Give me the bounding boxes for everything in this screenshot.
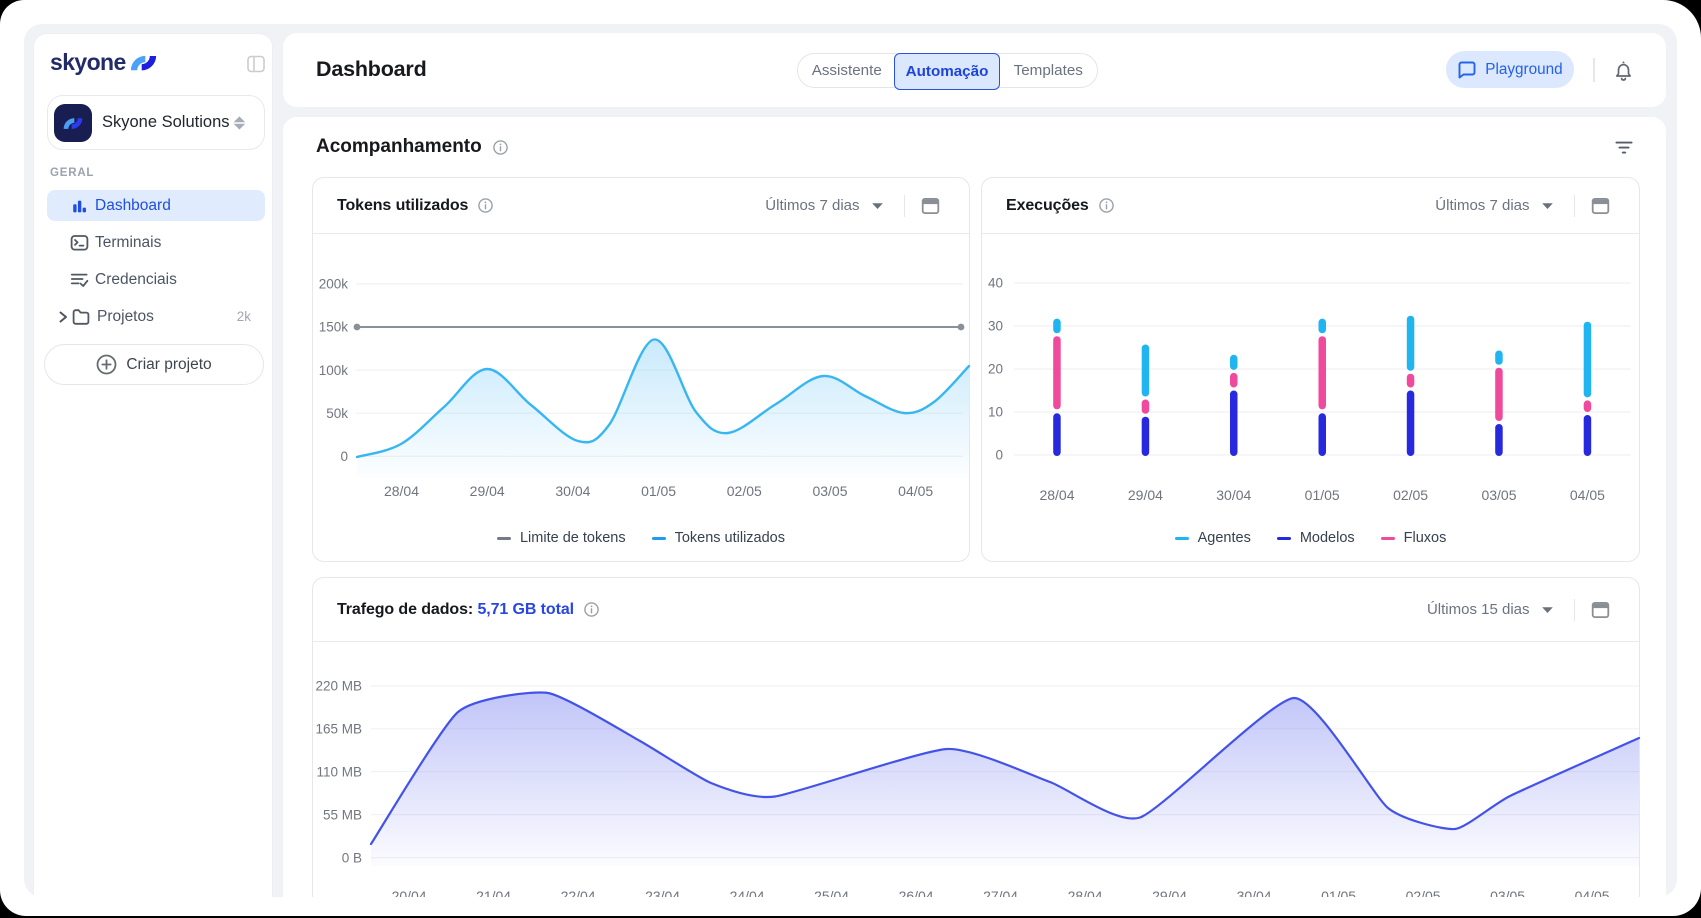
svg-text:100k: 100k <box>319 363 349 378</box>
svg-text:29/04: 29/04 <box>1128 487 1163 503</box>
svg-text:03/05: 03/05 <box>812 483 847 499</box>
svg-text:03/05: 03/05 <box>1490 888 1525 897</box>
svg-text:20/04: 20/04 <box>392 888 427 897</box>
svg-text:28/04: 28/04 <box>1039 487 1074 503</box>
svg-text:25/04: 25/04 <box>814 888 849 897</box>
svg-text:30: 30 <box>988 319 1003 334</box>
svg-text:02/05: 02/05 <box>1393 487 1428 503</box>
svg-text:02/05: 02/05 <box>1406 888 1441 897</box>
svg-text:30/04: 30/04 <box>1237 888 1272 897</box>
svg-text:0: 0 <box>995 448 1003 463</box>
svg-text:20: 20 <box>988 362 1003 377</box>
svg-text:28/04: 28/04 <box>1068 888 1103 897</box>
svg-text:10: 10 <box>988 405 1003 420</box>
svg-text:01/05: 01/05 <box>1305 487 1340 503</box>
svg-text:0: 0 <box>340 449 348 464</box>
svg-text:22/04: 22/04 <box>561 888 596 897</box>
svg-text:28/04: 28/04 <box>384 483 419 499</box>
svg-text:220 MB: 220 MB <box>315 679 362 694</box>
svg-text:04/05: 04/05 <box>1575 888 1610 897</box>
svg-text:26/04: 26/04 <box>899 888 934 897</box>
svg-text:110 MB: 110 MB <box>316 764 362 779</box>
svg-text:150k: 150k <box>319 320 349 335</box>
svg-text:21/04: 21/04 <box>476 888 511 897</box>
svg-text:165 MB: 165 MB <box>315 722 362 737</box>
svg-text:01/05: 01/05 <box>1321 888 1356 897</box>
svg-text:02/05: 02/05 <box>727 483 762 499</box>
svg-text:50k: 50k <box>326 406 348 421</box>
svg-text:27/04: 27/04 <box>983 888 1018 897</box>
svg-text:04/05: 04/05 <box>1570 487 1605 503</box>
svg-text:01/05: 01/05 <box>641 483 676 499</box>
svg-text:0 B: 0 B <box>342 850 362 865</box>
svg-text:04/05: 04/05 <box>898 483 933 499</box>
svg-text:55 MB: 55 MB <box>323 807 362 822</box>
svg-text:29/04: 29/04 <box>1152 888 1187 897</box>
svg-text:29/04: 29/04 <box>470 483 505 499</box>
svg-text:30/04: 30/04 <box>1216 487 1251 503</box>
svg-text:200k: 200k <box>319 277 349 292</box>
svg-text:23/04: 23/04 <box>645 888 680 897</box>
svg-text:03/05: 03/05 <box>1481 487 1516 503</box>
svg-text:40: 40 <box>988 276 1003 291</box>
svg-text:24/04: 24/04 <box>730 888 765 897</box>
svg-text:30/04: 30/04 <box>555 483 590 499</box>
